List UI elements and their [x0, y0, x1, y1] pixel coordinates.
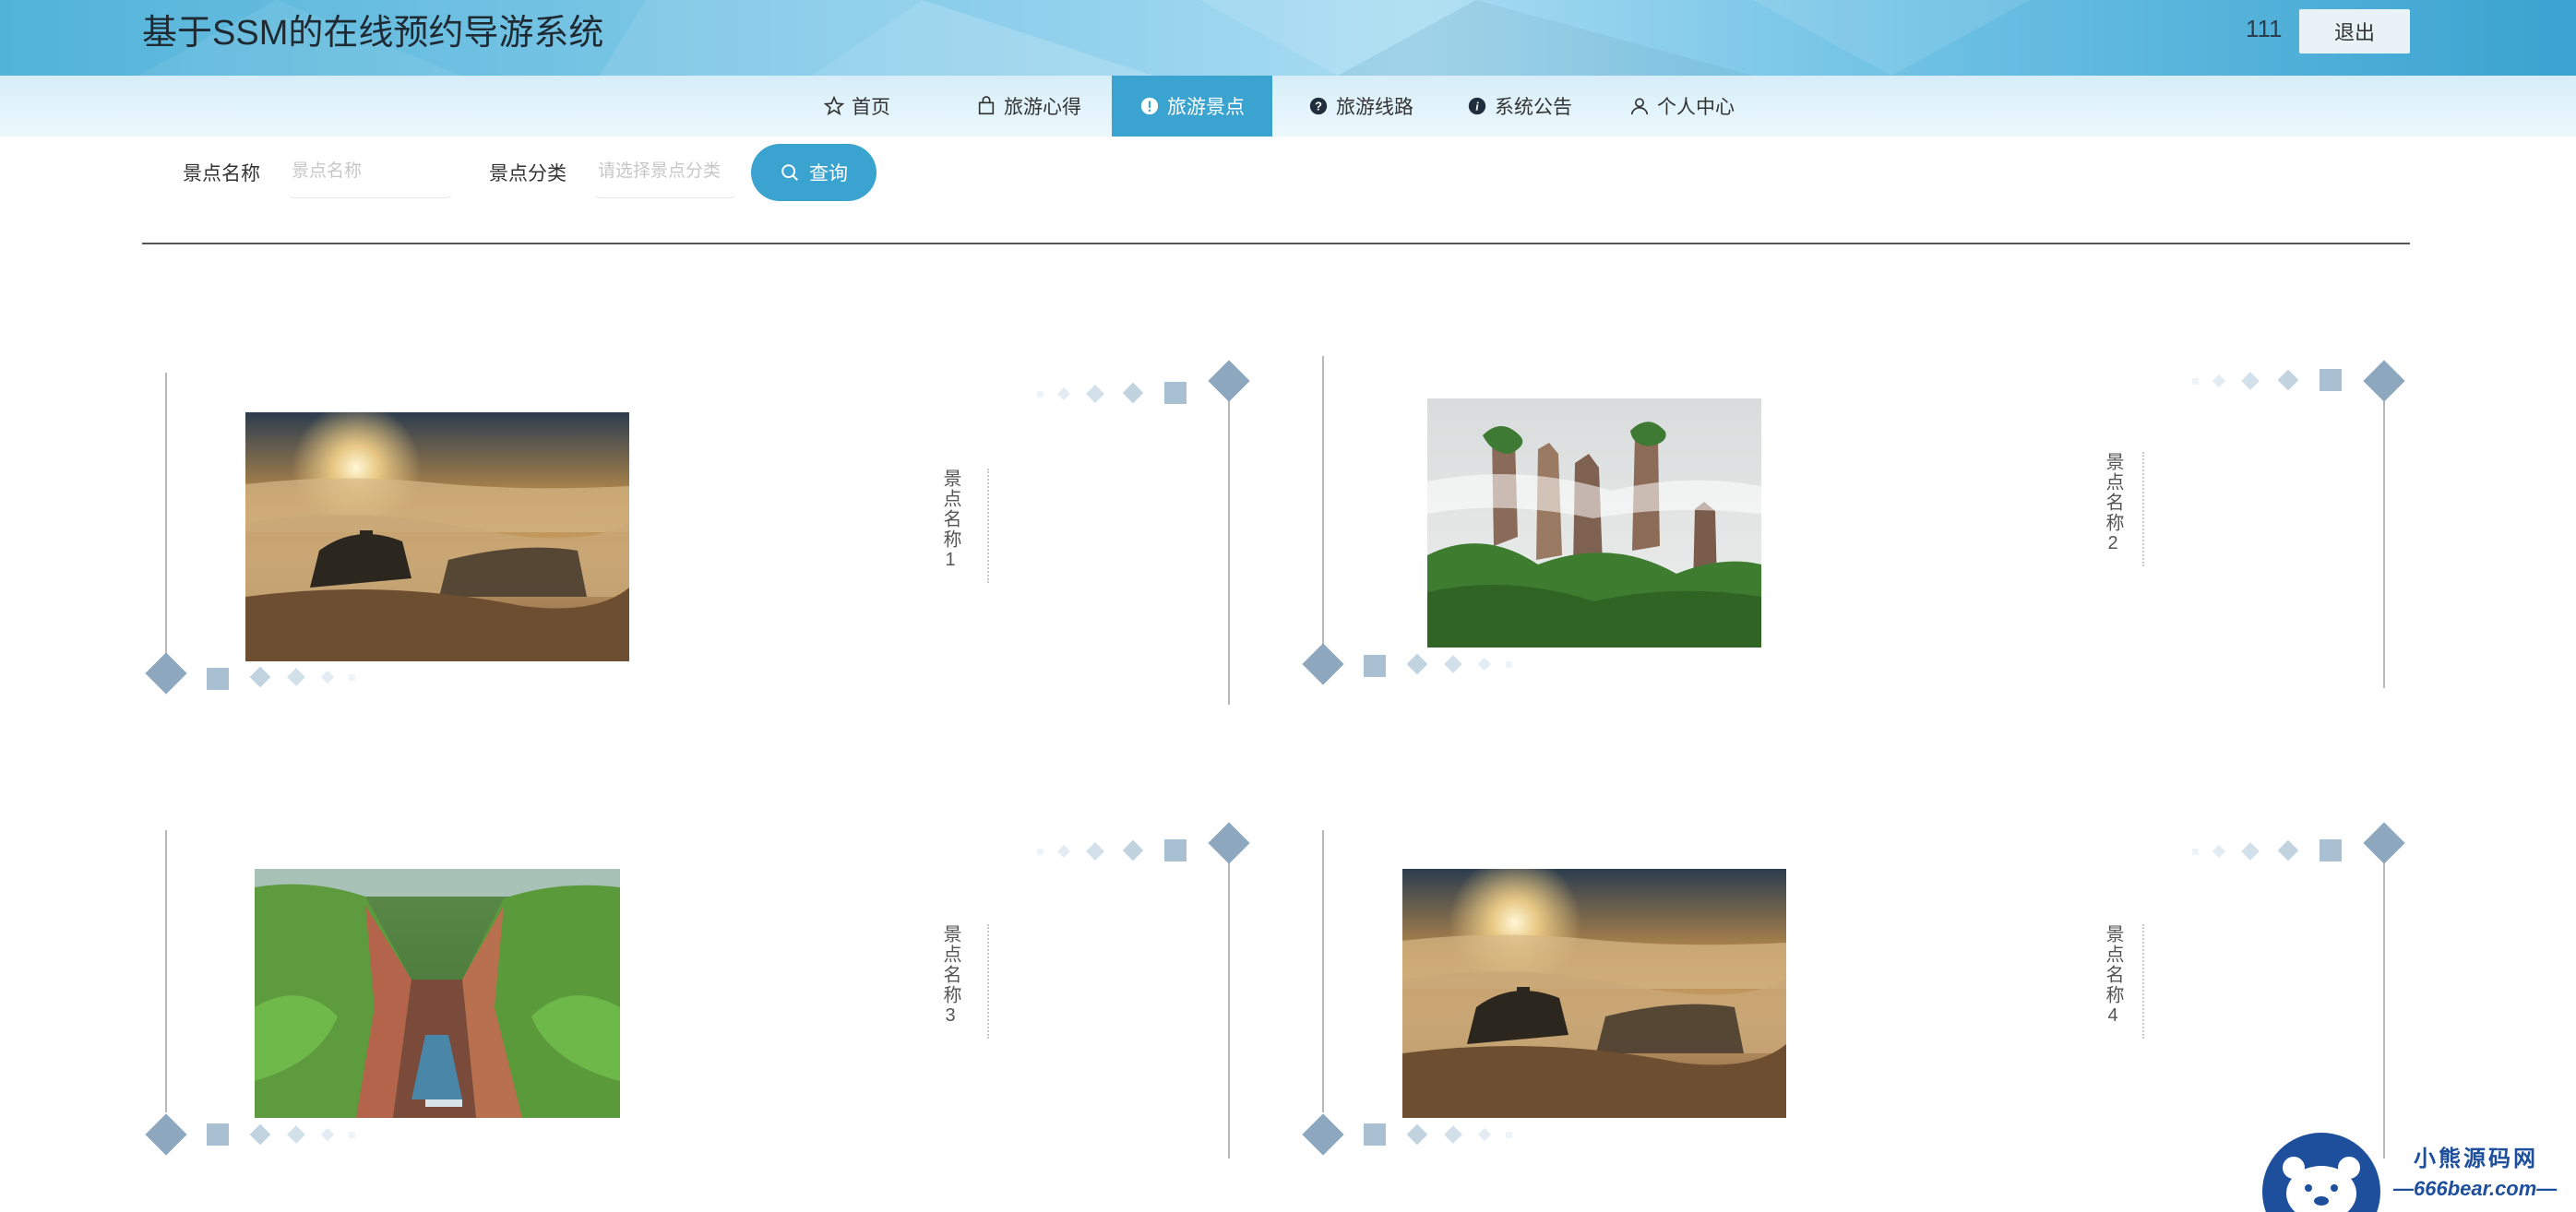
nav-item-announcements[interactable]: i 系统公告 [1450, 76, 1589, 137]
name-dotted-divider [987, 924, 989, 1039]
spot-name: 景点名称2 [2103, 452, 2123, 555]
svg-text:i: i [1475, 101, 1479, 113]
sunrise-clouds-photo [245, 412, 629, 661]
nav-item-label: 个人中心 [1657, 97, 1735, 118]
canyon-photo [255, 869, 620, 1118]
main-nav: 首页 旅游心得 旅游景点 ? 旅游线路 i 系统公告 个人中心 [0, 76, 2576, 137]
info-icon: i [1467, 96, 1487, 116]
spot-name: 景点名称4 [2103, 924, 2123, 1028]
watermark-line2: —666bear.com— [2393, 1177, 2558, 1200]
section-divider [142, 243, 2410, 244]
spot-category-select[interactable] [594, 146, 736, 198]
watermark-line1: 小熊源码网 [2414, 1146, 2538, 1171]
watermark: 小熊源码网 —666bear.com— [2257, 1131, 2576, 1212]
search-button-label: 查询 [809, 163, 848, 184]
nav-item-label: 旅游线路 [1336, 97, 1413, 118]
nav-item-label: 系统公告 [1495, 97, 1572, 118]
nav-item-label: 旅游景点 [1167, 97, 1245, 118]
sunrise-clouds-photo [1402, 869, 1786, 1118]
bag-icon [976, 96, 996, 116]
header-bar: 基于SSM的在线预约导游系统 111 退出 [0, 0, 2576, 76]
bear-logo-icon [2262, 1133, 2380, 1212]
nav-item-scenic-spots[interactable]: 旅游景点 [1112, 76, 1272, 137]
spot-card[interactable]: 景点名称4 [1299, 812, 2425, 1181]
spot-card[interactable]: 景点名称2 [1299, 341, 2425, 710]
nav-item-home[interactable]: 首页 [803, 76, 912, 137]
nav-item-travel-notes[interactable]: 旅游心得 [960, 76, 1098, 137]
search-button[interactable]: 查询 [751, 144, 877, 201]
name-dotted-divider [987, 469, 989, 583]
spot-name: 景点名称1 [940, 469, 960, 572]
spot-category-label: 景点分类 [489, 163, 566, 184]
name-dotted-divider [2142, 924, 2144, 1039]
spot-name-label: 景点名称 [183, 163, 260, 184]
search-icon [781, 164, 798, 181]
question-icon: ? [1308, 96, 1329, 116]
nav-item-label: 旅游心得 [1004, 97, 1081, 118]
username-label: 111 [2246, 15, 2283, 42]
spot-name: 景点名称3 [940, 924, 960, 1028]
info-icon [1139, 96, 1160, 116]
logout-button[interactable]: 退出 [2299, 9, 2410, 53]
star-icon [824, 96, 844, 116]
spot-name-input[interactable] [288, 146, 452, 198]
user-icon [1629, 96, 1650, 116]
nav-item-travel-routes[interactable]: ? 旅游线路 [1292, 76, 1430, 137]
spot-card[interactable]: 景点名称1 [142, 354, 1268, 723]
nav-item-label: 首页 [852, 97, 890, 118]
site-title: 基于SSM的在线预约导游系统 [142, 14, 604, 53]
svg-text:?: ? [1315, 100, 1322, 113]
stone-pillars-photo [1427, 398, 1761, 648]
spot-card[interactable]: 景点名称3 [142, 812, 1268, 1181]
nav-item-user-center[interactable]: 个人中心 [1613, 76, 1751, 137]
name-dotted-divider [2142, 452, 2144, 566]
